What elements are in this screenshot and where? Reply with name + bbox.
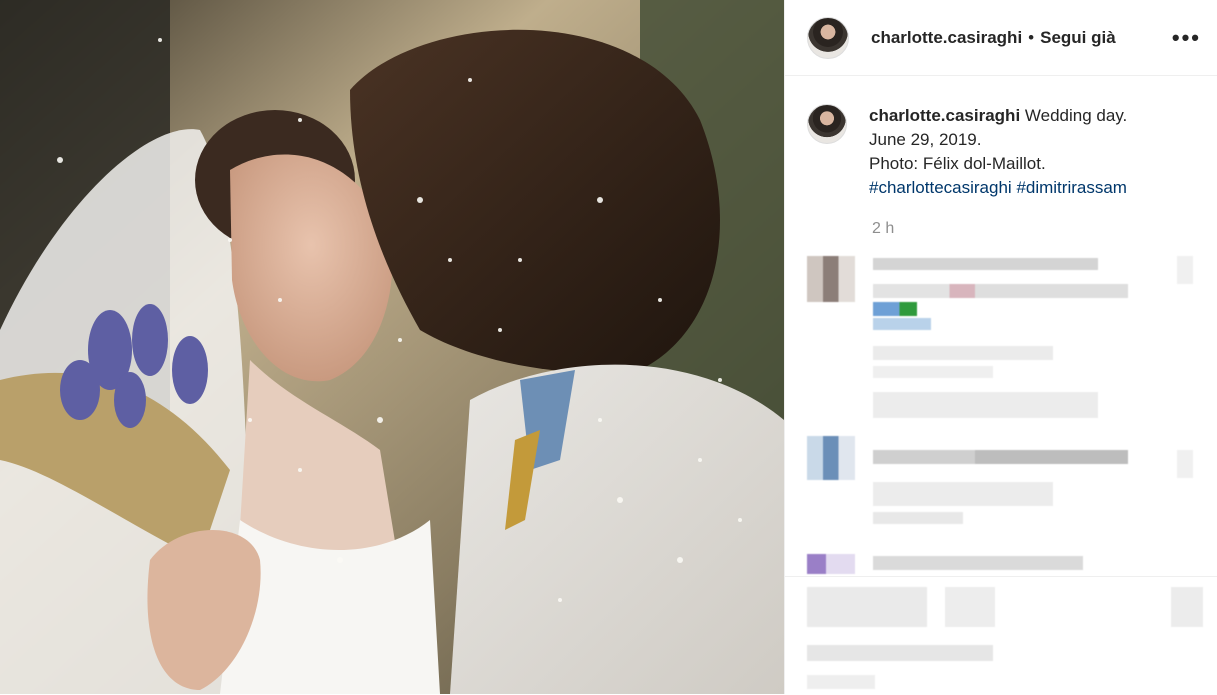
post-image (0, 0, 784, 694)
caption-avatar[interactable] (807, 104, 847, 144)
obscured-action-icons (945, 587, 995, 627)
obscured-text (873, 346, 1053, 360)
obscured-likes-count (807, 645, 993, 661)
caption-username-link[interactable]: charlotte.casiraghi (869, 106, 1020, 125)
obscured-text (873, 258, 1098, 270)
obscured-text (873, 450, 1128, 464)
obscured-comments (807, 256, 1197, 576)
obscured-emoji (873, 318, 931, 330)
post-timestamp: 2 h (872, 220, 895, 237)
post-actions-area (785, 576, 1217, 695)
separator-dot: • (1028, 27, 1035, 47)
obscured-text (873, 392, 1098, 418)
obscured-text (873, 366, 993, 378)
follow-status-button[interactable]: Segui già (1040, 28, 1116, 48)
post-caption: charlotte.casiraghi Wedding day. June 29… (785, 76, 1217, 200)
post-header: charlotte.casiraghi • Segui già ••• (785, 0, 1217, 76)
profile-avatar[interactable] (807, 16, 849, 59)
caption-line-2: June 29, 2019. (869, 130, 982, 149)
caption-line-1: Wedding day. (1020, 106, 1128, 125)
obscured-text (873, 512, 963, 524)
obscured-avatar (807, 256, 855, 302)
obscured-like-icon (1177, 450, 1193, 478)
more-options-icon[interactable]: ••• (1172, 25, 1201, 51)
obscured-text (873, 556, 1083, 570)
obscured-text (873, 284, 1128, 298)
hashtag-link[interactable]: #charlottecasiraghi (869, 178, 1012, 197)
instagram-post-view: charlotte.casiraghi • Segui già ••• char… (0, 0, 1217, 694)
obscured-avatar (807, 554, 855, 574)
hashtag-link[interactable]: #dimitrirassam (1016, 178, 1127, 197)
obscured-text (873, 482, 1053, 506)
obscured-action-icons (807, 587, 927, 627)
obscured-bookmark-icon (1171, 587, 1203, 627)
post-photo[interactable] (0, 0, 784, 694)
obscured-avatar (807, 436, 855, 480)
obscured-like-icon (1177, 256, 1193, 284)
caption-line-3: Photo: Félix dol-Maillot. (869, 154, 1046, 173)
post-sidebar: charlotte.casiraghi • Segui già ••• char… (784, 0, 1217, 694)
username-link[interactable]: charlotte.casiraghi (871, 28, 1022, 48)
obscured-emoji (873, 302, 917, 316)
caption-text: charlotte.casiraghi Wedding day. June 29… (869, 104, 1127, 200)
obscured-date (807, 675, 875, 689)
